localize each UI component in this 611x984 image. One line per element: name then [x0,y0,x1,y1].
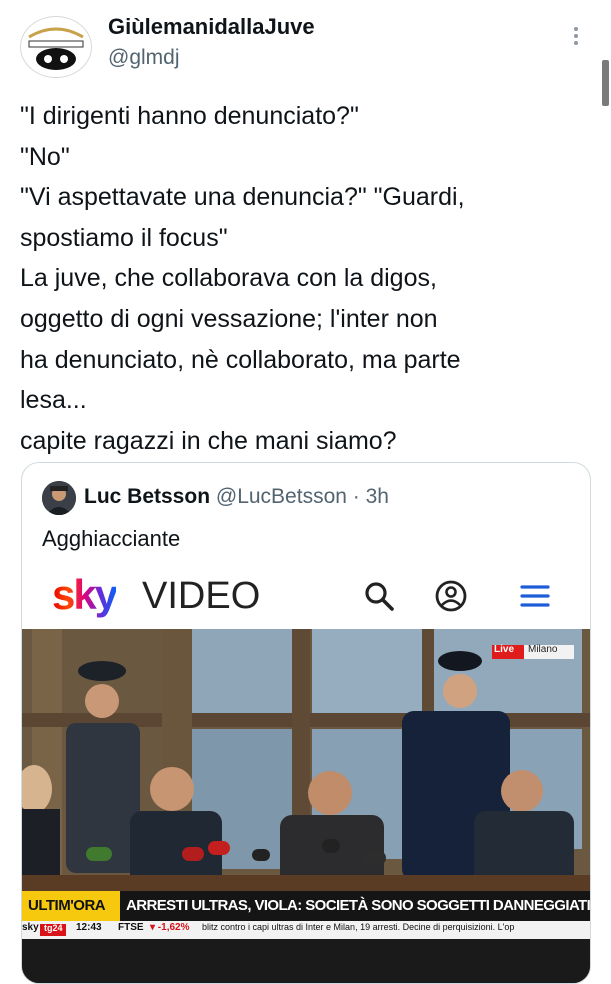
search-icon[interactable] [362,579,396,613]
tweet-line: "No" [20,142,70,171]
menu-icon[interactable] [518,579,552,613]
ftse-label: FTSE [118,922,144,933]
bottom-brand: sky [22,922,39,933]
tweet-line: "I dirigenti hanno denunciato?" [20,102,359,130]
tweet-line: oggetto di ogni vessazione; l'inter non [20,304,438,333]
quoted-handle[interactable]: @LucBetsson [216,485,347,508]
account-name[interactable]: GiùlemanidallaJuve [108,14,315,40]
quoted-text: Agghiacciante [42,526,181,551]
quoted-time[interactable]: 3h [366,485,389,508]
video-frame[interactable]: Live Milano ULTIM'ORA ARRESTI ULTRAS, VI… [22,629,590,983]
ftse-value: ▾ -1,62% [150,922,190,933]
profile-avatar[interactable] [20,16,92,78]
account-icon[interactable] [434,579,468,613]
quoted-author-line: Luc Betsson @LucBetsson · 3h [84,485,389,509]
account-handle[interactable]: @glmdj [108,46,180,70]
sky-section-title: VIDEO [142,575,261,617]
sky-header: sky VIDEO [22,563,590,629]
quoted-separator: · [346,485,366,508]
quoted-name[interactable]: Luc Betsson [84,485,210,508]
tweet-line: ha denunciato, nè collaborato, ma parte [20,345,461,374]
tweet-line: lesa... [20,386,87,415]
more-icon[interactable] [566,24,586,52]
tweet-line: La juve, che collaborava con la digos, [20,264,437,293]
tweet-header: GiùlemanidallaJuve @glmdj [0,0,611,106]
bottom-channel: tg24 [44,923,63,933]
quoted-avatar-icon [42,481,76,515]
sky-logo: sky [52,571,118,618]
live-badge: Live [494,644,515,655]
avatar-logo-icon [23,19,89,75]
ticker-tag: ULTIM'ORA [28,897,106,914]
tweet-line: "Vi aspettavate una denuncia?" "Guardi, [20,183,465,212]
quoted-avatar[interactable] [42,481,76,515]
tweet-line: spostiamo il focus" [20,223,228,252]
ticker-headline: ARRESTI ULTRAS, VIOLA: SOCIETÀ SONO SOGG… [126,897,590,914]
scrollbar[interactable] [602,60,609,106]
clock: 12:43 [76,922,102,933]
quoted-tweet[interactable]: Luc Betsson @LucBetsson · 3h Agghiaccian… [21,462,591,984]
news-crawl: blitz contro i capi ultras di Inter e Mi… [202,922,515,932]
tweet-line: capite ragazzi in che mani siamo? [20,426,397,455]
tweet-text: "I dirigenti hanno denunciato?" "No" "Vi… [20,96,600,461]
live-location: Milano [528,644,558,655]
